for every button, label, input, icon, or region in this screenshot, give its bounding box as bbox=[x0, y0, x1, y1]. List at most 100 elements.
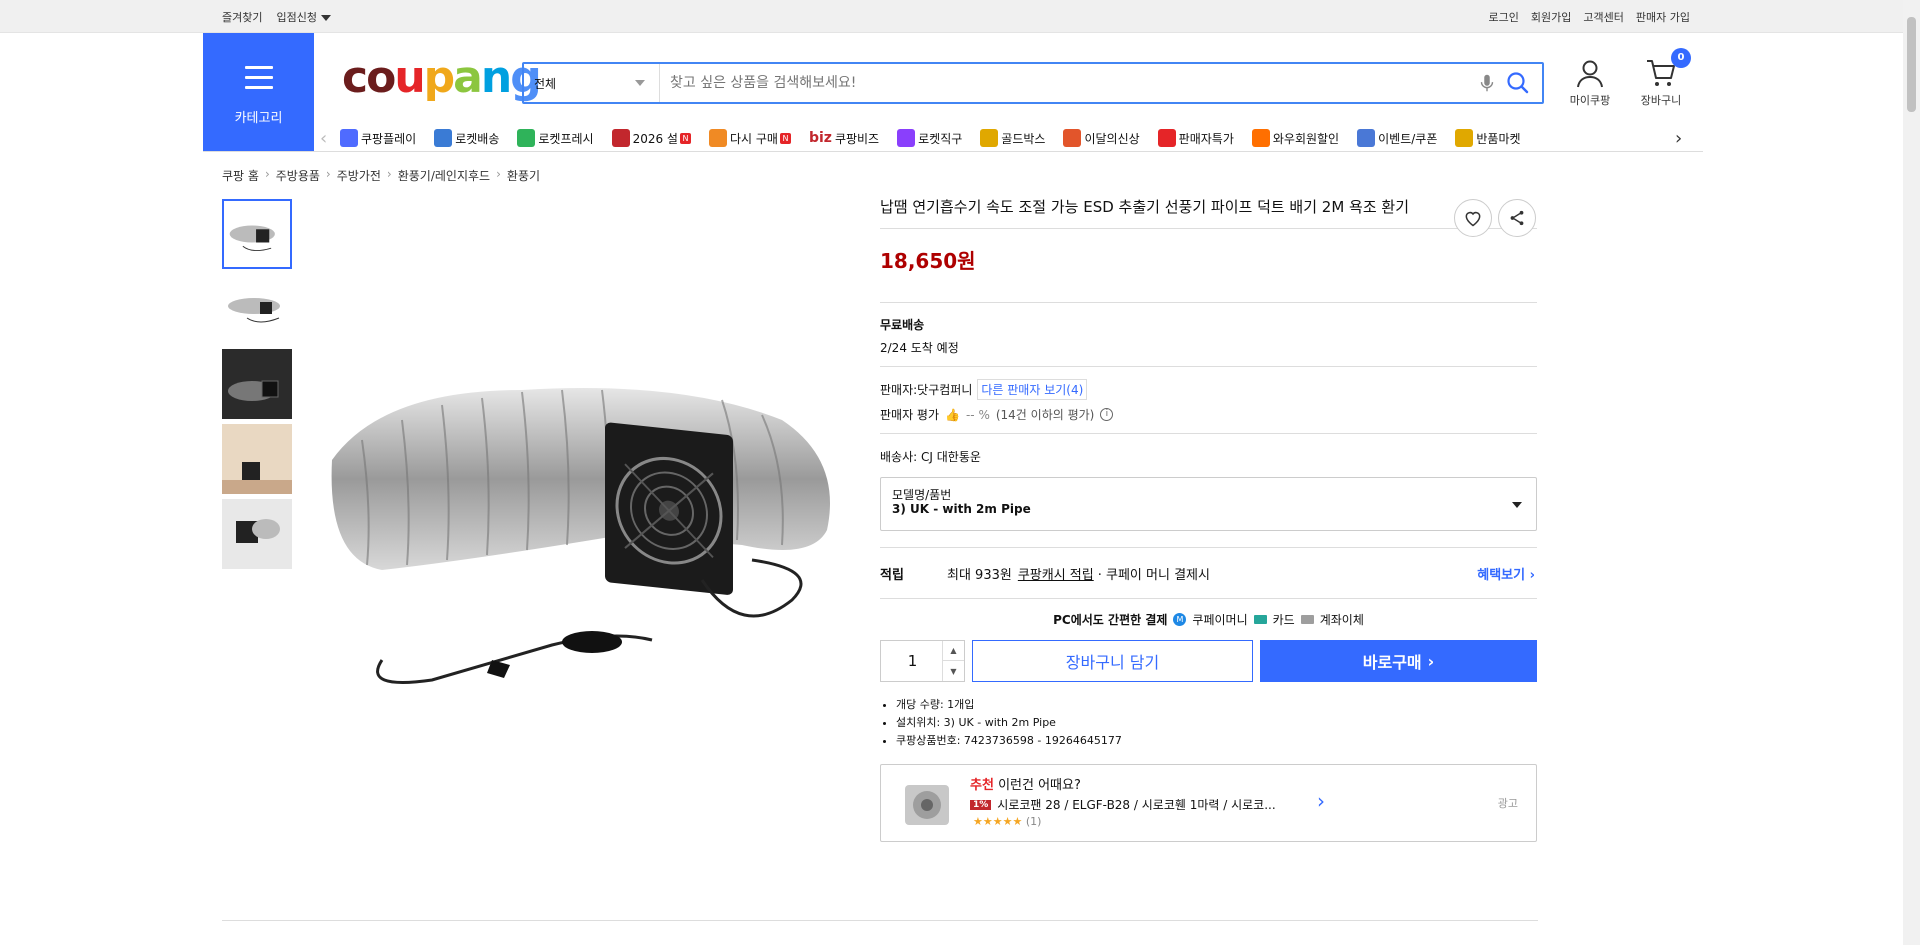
recommendation-card[interactable]: 추천 이런건 어때요? 1% 시로코팬 28 / ELGF-B28 / 시로코휀… bbox=[880, 764, 1537, 842]
nav-label: 이벤트/쿠폰 bbox=[1378, 131, 1438, 146]
customer-center-link[interactable]: 고객센터 bbox=[1583, 9, 1623, 25]
recommend-label-red: 추천 bbox=[970, 778, 994, 793]
search-input[interactable] bbox=[660, 64, 1476, 102]
thumbnail-1[interactable] bbox=[222, 199, 292, 269]
nav-item[interactable]: 골드박스 bbox=[980, 129, 1045, 147]
signup-link[interactable]: 회원가입 bbox=[1531, 9, 1571, 25]
nav-item[interactable]: 쿠팡플레이 bbox=[340, 129, 416, 147]
breadcrumb-separator: › bbox=[386, 167, 392, 181]
option-label: 모델명/품번 bbox=[892, 488, 952, 502]
reward-cash-link[interactable]: 쿠팡캐시 적립 bbox=[1018, 564, 1094, 583]
thumbnail-2[interactable] bbox=[222, 274, 292, 344]
search-scope-value: 전체 bbox=[534, 76, 557, 91]
quantity-value[interactable]: 1 bbox=[908, 652, 918, 670]
nav-item[interactable]: 로켓직구 bbox=[897, 129, 962, 147]
category-button[interactable]: 카테고리 bbox=[203, 33, 314, 151]
nav-item[interactable]: 다시 구매 N bbox=[708, 129, 791, 147]
benefit-link[interactable]: 혜택보기 › bbox=[1477, 564, 1535, 583]
spec-item: 설치위치: 3) UK - with 2m Pipe bbox=[896, 714, 1537, 732]
nav-item[interactable]: 로켓프레시 bbox=[517, 129, 594, 147]
search-icon[interactable] bbox=[1504, 69, 1532, 97]
nav-icon bbox=[1455, 129, 1474, 147]
seller-signup-link[interactable]: 판매자 가입 bbox=[1636, 9, 1690, 25]
mypage-button[interactable]: 마이쿠팡 bbox=[1560, 57, 1620, 108]
pay-title: PC에서도 간편한 결제 bbox=[1053, 613, 1168, 627]
add-to-cart-button[interactable]: 장바구니 담기 bbox=[972, 640, 1253, 682]
buy-now-button[interactable]: 바로구매 › bbox=[1260, 640, 1537, 682]
scrollbar-thumb[interactable] bbox=[1907, 17, 1916, 112]
chevron-right-icon[interactable]: › bbox=[1317, 789, 1325, 813]
star-rating-icon: ★★★★★ bbox=[973, 815, 1023, 828]
login-link[interactable]: 로그인 bbox=[1489, 9, 1519, 25]
breadcrumb-fan[interactable]: 환풍기 bbox=[507, 167, 540, 184]
info-icon[interactable]: i bbox=[1100, 408, 1114, 421]
nav-item[interactable]: biz 쿠팡비즈 bbox=[809, 130, 879, 147]
seller-label: 판매자: bbox=[880, 383, 918, 397]
nav-label: 이달의신상 bbox=[1084, 131, 1140, 146]
nav-item[interactable]: 와우회원할인 bbox=[1251, 129, 1339, 147]
microphone-icon[interactable] bbox=[1476, 72, 1498, 94]
nav-label: 로켓직구 bbox=[918, 131, 963, 146]
page-scrollbar[interactable] bbox=[1903, 0, 1920, 945]
seller-apply-menu[interactable]: 입점신청 bbox=[276, 9, 331, 25]
quantity-increase-button[interactable]: ▲ bbox=[943, 641, 964, 661]
nav-label: 로켓프레시 bbox=[538, 131, 594, 146]
review-count: (1) bbox=[1025, 815, 1042, 828]
nav-item[interactable]: 반품마켓 bbox=[1455, 129, 1521, 147]
category-label: 카테고리 bbox=[234, 111, 283, 126]
recommended-product-image bbox=[905, 785, 949, 825]
bottom-divider bbox=[222, 920, 1538, 921]
quantity-decrease-button[interactable]: ▼ bbox=[943, 661, 964, 681]
nav-item[interactable]: 로켓배송 bbox=[434, 129, 499, 147]
caret-down-icon bbox=[320, 15, 331, 21]
buy-now-label: 바로구매 bbox=[1362, 653, 1422, 672]
spec-item: 쿠팡상품번호: 7423736598 - 19264645177 bbox=[896, 732, 1537, 750]
thumbnail-4[interactable] bbox=[222, 424, 292, 494]
courier-name: CJ 대한통운 bbox=[921, 450, 981, 464]
thumbnail-5[interactable] bbox=[222, 499, 292, 569]
cart-count-badge: 0 bbox=[1671, 48, 1691, 68]
nav-label: 골드박스 bbox=[1001, 131, 1046, 146]
option-select[interactable]: 모델명/품번 3) UK - with 2m Pipe bbox=[880, 477, 1537, 531]
nav-item[interactable]: 이달의신상 bbox=[1063, 129, 1140, 147]
header: 카테고리 coupang 전체 마이쿠팡 장바구니 0 ‹ 쿠팡플레이 로켓배송 로… bbox=[0, 33, 1920, 151]
product-main-image[interactable] bbox=[322, 360, 842, 690]
benefit-link-label: 혜택보기 bbox=[1477, 567, 1526, 583]
other-sellers-link[interactable]: 다른 판매자 보기(4) bbox=[977, 379, 1088, 400]
share-button[interactable] bbox=[1498, 199, 1536, 237]
seller-name[interactable]: 닷구컴퍼니 bbox=[917, 381, 972, 398]
chevron-right-icon[interactable]: › bbox=[1675, 128, 1695, 149]
thumbnail-list bbox=[222, 199, 294, 574]
breadcrumb-home[interactable]: 쿠팡 홈 bbox=[222, 167, 259, 184]
nav-item[interactable]: 이벤트/쿠폰 bbox=[1357, 129, 1437, 147]
nav-item[interactable]: 판매자특가 bbox=[1157, 129, 1234, 147]
nav-label: 다시 구매 bbox=[729, 131, 778, 146]
hamburger-icon bbox=[245, 66, 273, 96]
nav-icon bbox=[611, 129, 630, 147]
favorite-button[interactable] bbox=[1454, 199, 1492, 237]
bookmark-link[interactable]: 즐겨찾기 bbox=[222, 9, 262, 25]
option-value: 3) UK - with 2m Pipe bbox=[892, 502, 1031, 516]
recommend-label: 이런건 어때요? bbox=[998, 778, 1081, 793]
divider bbox=[880, 228, 1537, 229]
new-badge: N bbox=[679, 132, 691, 144]
nav-prefix: biz bbox=[808, 130, 832, 146]
shipping-title: 무료배송 bbox=[880, 318, 925, 332]
nav-icon bbox=[1357, 129, 1376, 147]
seller-rating-note: (14건 이하의 평가) bbox=[995, 408, 1095, 422]
nav-item[interactable]: 2026 설N bbox=[611, 129, 691, 147]
breadcrumb-kitchen-appliance[interactable]: 주방가전 bbox=[337, 167, 381, 184]
search-scope-select[interactable]: 전체 bbox=[524, 64, 660, 102]
mypage-label: 마이쿠팡 bbox=[1569, 94, 1611, 107]
pay-method-money: 쿠페이머니 bbox=[1192, 613, 1248, 627]
nav-icon bbox=[708, 129, 727, 147]
pay-method-bank: 계좌이체 bbox=[1319, 613, 1364, 627]
coupang-logo[interactable]: coupang bbox=[342, 52, 542, 103]
breadcrumb-fan-hood[interactable]: 환풍기/레인지후드 bbox=[398, 167, 490, 184]
thumbnail-3[interactable] bbox=[222, 349, 292, 419]
breadcrumb-kitchen[interactable]: 주방용품 bbox=[276, 167, 320, 184]
arrival-date: 2/24 도착 예정 bbox=[880, 341, 959, 355]
chevron-left-icon[interactable]: ‹ bbox=[320, 128, 340, 149]
chevron-down-icon bbox=[1512, 502, 1522, 508]
quantity-stepper[interactable]: 1 ▲ ▼ bbox=[880, 640, 965, 682]
